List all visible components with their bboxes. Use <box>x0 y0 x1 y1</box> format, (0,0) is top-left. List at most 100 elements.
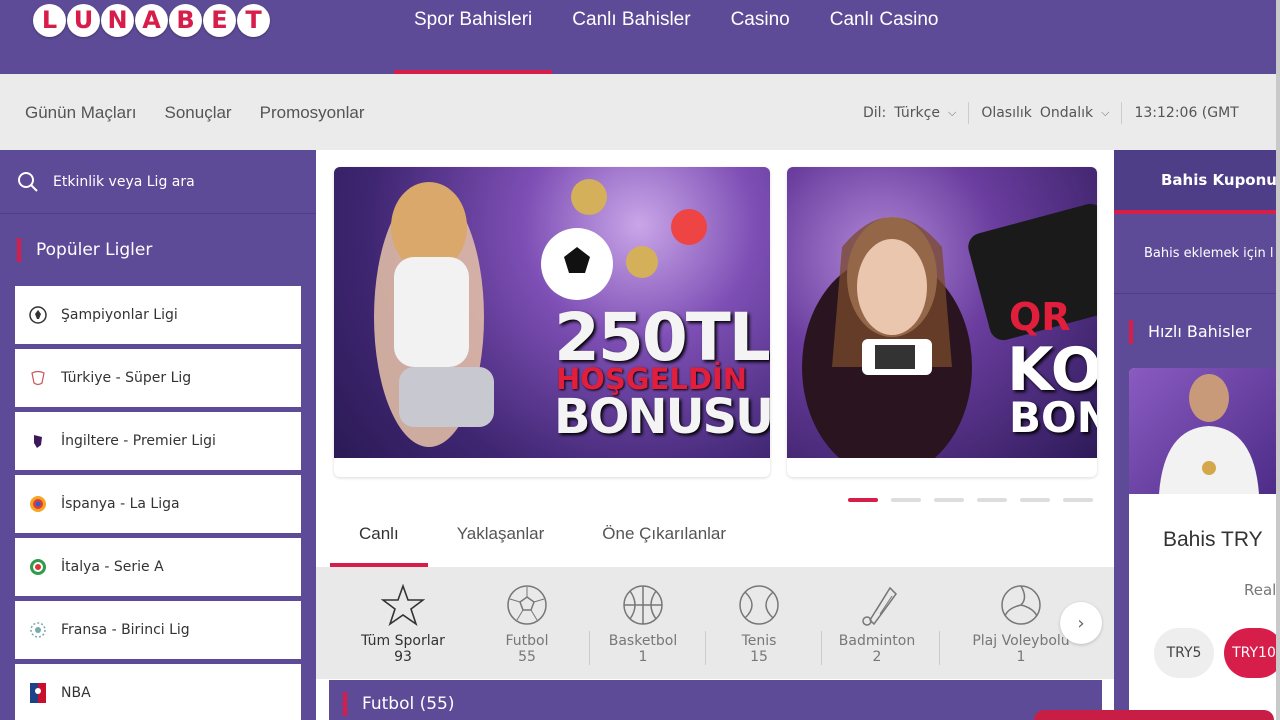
tennis-icon <box>739 585 779 625</box>
carousel-dots <box>848 498 1093 502</box>
league-item-nba[interactable]: NBA <box>15 664 301 720</box>
quick-bets-title: Hızlı Bahisler <box>1114 294 1280 369</box>
lunabet-logo[interactable]: L U N A B E T <box>33 4 270 37</box>
sport-basketbol[interactable]: Basketbol 1 <box>580 583 706 665</box>
banner-image: QR KO BON <box>787 167 1097 477</box>
right-sidebar: Bahis Kuponu Bahis eklemek için l Hızlı … <box>1114 150 1280 720</box>
badminton-icon <box>862 586 897 626</box>
league-item-premier[interactable]: İngiltere - Premier Ligi <box>15 412 301 470</box>
sport-count: 15 <box>750 649 768 665</box>
sport-tenis[interactable]: Tenis 15 <box>696 583 822 665</box>
main-content: 250TL HOŞGELDİN BONUSU QR KO BON Canlı Y… <box>316 150 1114 720</box>
sport-count: 2 <box>872 649 882 665</box>
logo-letter: E <box>203 4 236 37</box>
sport-name: Tenis <box>741 633 777 649</box>
subnav-promosyonlar[interactable]: Promosyonlar <box>260 103 365 123</box>
floating-action-tab[interactable] <box>1034 710 1274 720</box>
carousel-dot[interactable] <box>891 498 921 502</box>
logo-letter: B <box>169 4 202 37</box>
league-item-serie-a[interactable]: İtalya - Serie A <box>15 538 301 596</box>
banner-bonus: BONUSU <box>554 389 770 445</box>
banner-image: 250TL HOŞGELDİN BONUSU <box>334 167 770 458</box>
nav-spor-bahisleri[interactable]: Spor Bahisleri <box>394 0 553 74</box>
stake-button-try5[interactable]: TRY5 <box>1154 628 1214 678</box>
league-name: NBA <box>61 685 91 701</box>
bet-slip-title: Bahis Kuponu <box>1161 171 1277 189</box>
promo-banner-qr-code[interactable]: QR KO BON <box>787 167 1097 477</box>
chevron-down-icon[interactable]: ⌵ <box>1101 106 1109 120</box>
page-scrollbar[interactable] <box>1276 0 1280 720</box>
sport-count: 1 <box>638 649 648 665</box>
league-item-champions[interactable]: Şampiyonlar Ligi <box>15 286 301 344</box>
sports-next-button[interactable]: › <box>1060 602 1102 644</box>
odds-select[interactable]: Ondalık <box>1040 105 1093 121</box>
top-header: L U N A B E T Spor Bahisleri Canlı Bahis… <box>0 0 1280 74</box>
quick-bet-team: Real <box>1244 581 1277 599</box>
carousel-dot[interactable] <box>1063 498 1093 502</box>
language-label: Dil: <box>863 105 887 121</box>
language-select[interactable]: Türkçe <box>894 105 940 121</box>
carousel-dot[interactable] <box>977 498 1007 502</box>
nav-canli-bahisler[interactable]: Canlı Bahisler <box>552 0 710 74</box>
stake-button-try10[interactable]: TRY10 <box>1224 628 1280 678</box>
league-item-la-liga[interactable]: İspanya - La Liga <box>15 475 301 533</box>
clock: 13:12:06 (GMT <box>1134 105 1239 121</box>
logo-letter: A <box>135 4 168 37</box>
logo-letter: U <box>67 4 100 37</box>
nav-casino[interactable]: Casino <box>711 0 810 74</box>
bet-slip-header[interactable]: Bahis Kuponu <box>1114 150 1280 214</box>
section-accent <box>17 238 21 262</box>
sport-name: Badminton <box>838 633 916 649</box>
sport-futbol[interactable]: Futbol 55 <box>464 583 590 665</box>
tab-canli[interactable]: Canlı <box>330 513 428 567</box>
carousel-dot[interactable] <box>848 498 878 502</box>
ligue-1-icon <box>27 619 49 641</box>
divider <box>968 102 970 124</box>
popular-leagues-title: Popüler Ligler <box>0 214 316 286</box>
super-lig-icon <box>27 367 49 389</box>
divider <box>939 631 940 665</box>
section-header-futbol[interactable]: Futbol (55) <box>329 680 1102 720</box>
sport-count: 1 <box>1016 649 1026 665</box>
main-nav: Spor Bahisleri Canlı Bahisler Casino Can… <box>394 0 959 74</box>
left-sidebar: Etkinlik veya Lig ara Popüler Ligler Şam… <box>0 150 316 720</box>
sport-tum-sporlar[interactable]: Tüm Sporlar 93 <box>340 583 466 665</box>
sport-name: Futbol <box>505 633 549 649</box>
league-name: Şampiyonlar Ligi <box>61 307 178 323</box>
divider <box>1121 102 1123 124</box>
subnav-gunun-maclari[interactable]: Günün Maçları <box>25 103 137 123</box>
carousel-dot[interactable] <box>934 498 964 502</box>
search-input[interactable]: Etkinlik veya Lig ara <box>0 150 316 214</box>
chevron-down-icon[interactable]: ⌵ <box>948 106 956 120</box>
tab-yaklasanlar[interactable]: Yaklaşanlar <box>428 513 574 567</box>
chevron-right-icon: › <box>1077 612 1085 634</box>
quick-bet-title: Bahis TRY <box>1163 528 1263 551</box>
section-label: Popüler Ligler <box>36 240 153 260</box>
sport-badminton[interactable]: Badminton 2 <box>814 583 940 665</box>
subnav-sonuclar[interactable]: Sonuçlar <box>165 103 232 123</box>
serie-a-icon <box>27 556 49 578</box>
sport-name: Basketbol <box>608 633 678 649</box>
champions-league-icon <box>27 304 49 326</box>
nav-canli-casino[interactable]: Canlı Casino <box>810 0 959 74</box>
content-tabs: Canlı Yaklaşanlar Öne Çıkarılanlar <box>330 513 755 567</box>
promo-banner-welcome-bonus[interactable]: 250TL HOŞGELDİN BONUSU <box>334 167 770 477</box>
league-name: İngiltere - Premier Ligi <box>61 433 216 449</box>
football-icon <box>507 585 547 625</box>
league-item-ligue-1[interactable]: Fransa - Birinci Lig <box>15 601 301 659</box>
logo-letter: N <box>101 4 134 37</box>
star-icon <box>381 584 425 626</box>
section-accent <box>1129 319 1133 344</box>
sport-count: 55 <box>518 649 536 665</box>
section-header-label: Futbol (55) <box>362 694 455 714</box>
odds-label: Olasılık <box>981 105 1032 121</box>
league-item-super-lig[interactable]: Türkiye - Süper Lig <box>15 349 301 407</box>
search-icon <box>18 171 38 192</box>
sub-nav: Günün Maçları Sonuçlar Promosyonlar <box>25 103 364 123</box>
sports-filter: Tüm Sporlar 93 Futbol 55 Basketbol 1 Ten… <box>316 567 1114 679</box>
settings-bar: Dil: Türkçe ⌵ Olasılık Ondalık ⌵ 13:12:0… <box>863 102 1239 124</box>
tab-one-cikarilanlar[interactable]: Öne Çıkarılanlar <box>573 513 755 567</box>
carousel-dot[interactable] <box>1020 498 1050 502</box>
player-photo <box>1129 368 1280 494</box>
league-name: İspanya - La Liga <box>61 496 180 512</box>
